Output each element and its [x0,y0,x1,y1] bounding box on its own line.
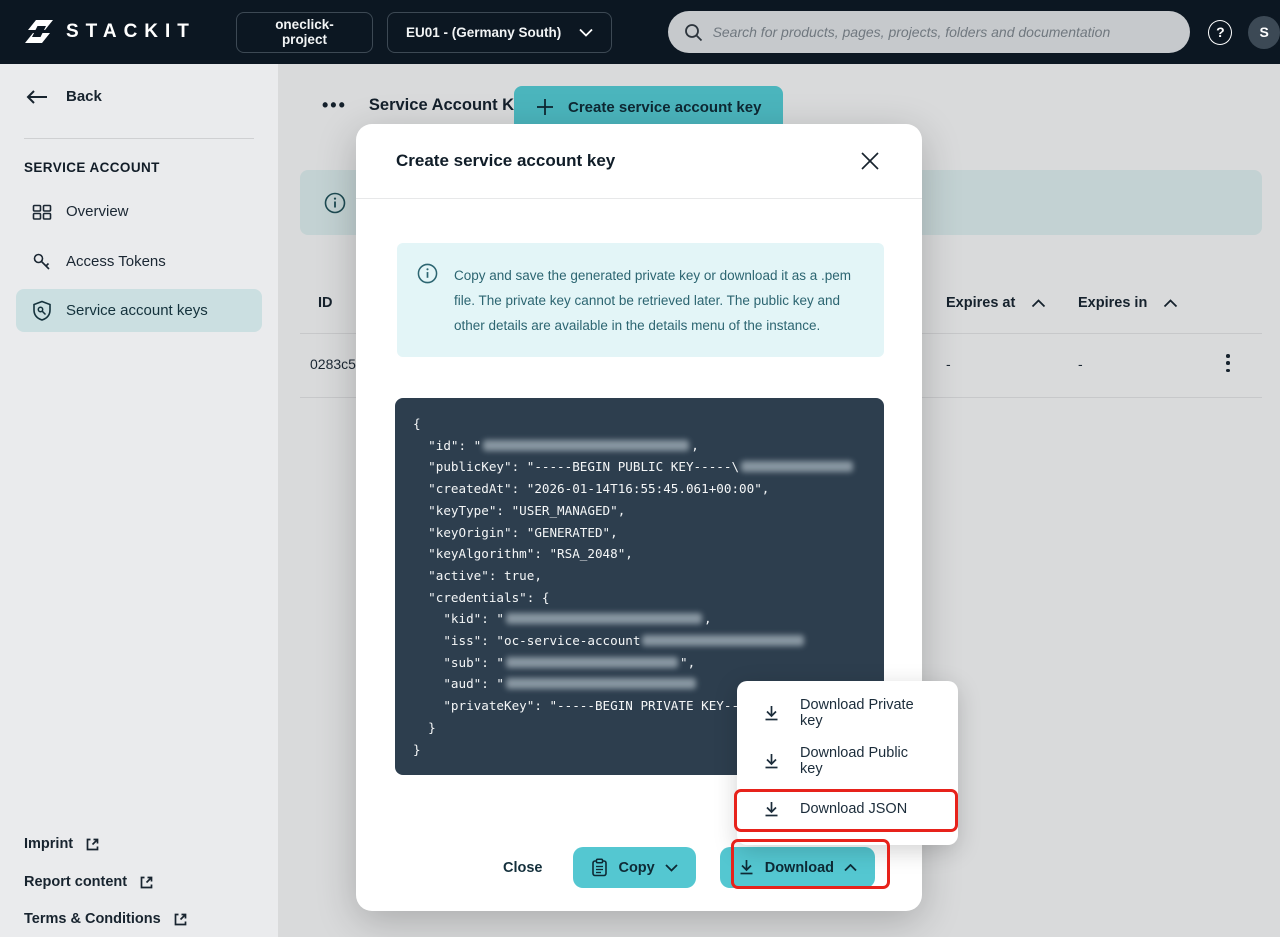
close-button[interactable]: Close [503,860,543,876]
clipboard-icon [591,858,608,877]
column-header-expires-at[interactable]: Expires at [946,295,1046,311]
redacted-value [506,657,678,668]
sidebar-section-title: SERVICE ACCOUNT [24,160,160,175]
plus-icon [536,98,554,116]
column-header-expires-in[interactable]: Expires in [1078,295,1178,311]
modal-title: Create service account key [396,151,615,171]
external-link-icon [85,837,100,852]
arrow-left-icon [26,90,48,104]
column-header-id[interactable]: ID [318,295,333,311]
chevron-up-icon [844,864,857,872]
cell-id: 0283c5 [310,356,356,372]
brand-name: STACKIT [66,21,196,43]
sidebar-item-label: Overview [66,203,129,220]
project-selector-button[interactable]: oneclick-project [236,12,373,53]
grid-icon [32,202,52,222]
global-search[interactable] [668,11,1191,53]
download-icon [763,705,780,722]
external-link-icon [173,912,188,927]
report-content-label: Report content [24,874,127,890]
close-icon[interactable] [858,149,882,173]
copy-button-label: Copy [618,860,654,876]
cell-expires-at: - [946,356,951,372]
chevron-down-icon [665,864,678,872]
menu-item-label: Download Private key [800,697,932,729]
sidebar-item-label: Access Tokens [66,253,166,270]
download-icon [763,801,780,818]
menu-item-label: Download Public key [800,745,932,777]
menu-item-label: Download JSON [800,801,907,817]
info-icon [324,192,346,214]
redacted-value [506,678,696,689]
redacted-value [506,613,702,624]
redacted-value [483,440,689,451]
sidebar: Back SERVICE ACCOUNT Overview Access Tok… [0,64,278,937]
back-button[interactable]: Back [26,88,102,105]
region-select-value: EU01 - (Germany South) [406,25,561,40]
download-button[interactable]: Download [720,847,875,888]
help-icon[interactable]: ? [1208,20,1232,45]
back-label: Back [66,88,102,105]
imprint-link[interactable]: Imprint [24,836,100,852]
redacted-value [642,635,804,646]
cell-expires-in: - [1078,356,1083,372]
create-service-account-key-button[interactable]: Create service account key [514,86,783,128]
shield-key-icon [32,300,52,321]
redacted-value [741,461,853,472]
row-kebab-menu-icon[interactable] [1218,352,1238,374]
menu-item-download-json[interactable]: Download JSON [737,785,958,833]
external-link-icon [139,875,154,890]
sidebar-item-overview[interactable]: Overview [16,190,262,233]
chevron-down-icon [579,28,593,37]
modal-info-box: Copy and save the generated private key … [397,243,884,357]
terms-conditions-link[interactable]: Terms & Conditions [24,911,188,927]
sidebar-divider [24,138,254,139]
top-bar: STACKIT oneclick-project EU01 - (Germany… [0,0,1280,64]
region-select[interactable]: EU01 - (Germany South) [387,12,612,53]
stackit-logo-icon [24,17,54,47]
search-icon [684,23,703,42]
imprint-label: Imprint [24,836,73,852]
download-icon [763,753,780,770]
info-icon [417,263,438,357]
sort-asc-icon[interactable] [1163,299,1178,308]
download-icon [738,859,755,876]
stackit-logo[interactable]: STACKIT [24,17,196,47]
key-icon [32,252,52,272]
modal-info-text: Copy and save the generated private key … [454,263,862,357]
overflow-menu-icon[interactable]: ••• [322,95,347,116]
terms-conditions-label: Terms & Conditions [24,911,161,927]
search-input[interactable] [713,24,1175,40]
menu-item-download-private-key[interactable]: Download Private key [737,689,958,737]
sort-asc-icon[interactable] [1031,299,1046,308]
download-menu: Download Private key Download Public key… [737,681,958,845]
copy-button[interactable]: Copy [573,847,695,888]
user-avatar[interactable]: S [1248,16,1280,49]
sidebar-item-service-account-keys[interactable]: Service account keys [16,289,262,332]
sidebar-item-label: Service account keys [66,302,208,319]
create-button-label: Create service account key [568,99,761,116]
download-button-label: Download [765,860,834,876]
menu-item-download-public-key[interactable]: Download Public key [737,737,958,785]
sidebar-item-access-tokens[interactable]: Access Tokens [16,240,262,283]
report-content-link[interactable]: Report content [24,874,154,890]
